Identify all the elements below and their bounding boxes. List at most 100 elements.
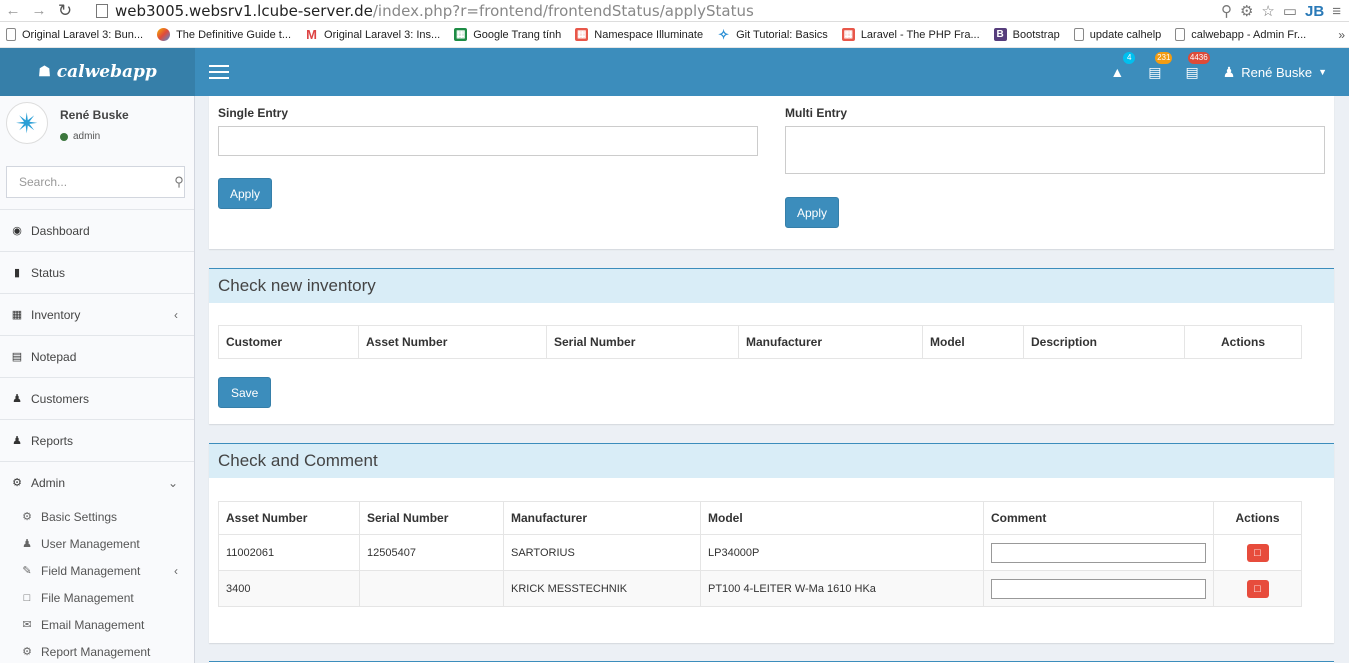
column-header[interactable]: Serial Number [546,325,739,359]
extension-gear-icon[interactable]: ⚙ [1240,2,1253,20]
reload-icon[interactable]: ↻ [52,0,78,22]
bookmark-item[interactable]: ▦ Namespace Illuminate [569,28,711,41]
messages-button[interactable]: ▤ 4436 [1185,51,1210,81]
trash-icon: □ [1254,546,1261,559]
actions-cell: □ [1213,534,1302,571]
sidebar-subitem-field-management[interactable]: ✎ Field Management ‹ [0,557,194,584]
tasks-button[interactable]: ▤ 231 [1148,51,1173,81]
new-inventory-table: Customer Asset Number Serial Number Manu… [218,325,1302,359]
gear-icon: ⚙ [22,646,32,658]
sidebar-subitem-basic-settings[interactable]: ⚙ Basic Settings [0,503,194,530]
sidebar-item-reports[interactable]: ♟ Reports [0,420,194,461]
search-input[interactable] [7,167,174,197]
column-header[interactable]: Comment [983,501,1214,535]
sidebar-subitem-email-management[interactable]: ✉ Email Management [0,611,194,638]
jb-extension-icon[interactable]: JB [1305,3,1324,20]
sitemap-icon: ☗ [38,64,51,80]
user-menu-dropdown[interactable]: ♟ René Buske ▼ [1223,64,1327,81]
sidebar-subitem-user-management[interactable]: ♟ User Management [0,530,194,557]
sidebar-item-inventory[interactable]: ▦ Inventory ‹ [0,294,194,335]
delete-button[interactable]: □ [1246,543,1269,562]
delete-button[interactable]: □ [1246,579,1269,598]
bookmark-item[interactable]: M Original Laravel 3: Ins... [299,27,448,42]
bookmark-item[interactable]: Original Laravel 3: Bun... [0,28,151,41]
bookmark-label: The Definitive Guide t... [176,28,292,41]
sidebar-search: ⚲ [6,166,185,198]
bookmark-item[interactable]: ▦ Laravel - The PHP Fra... [836,28,988,41]
sidebar-toggle-button[interactable] [199,48,239,96]
sheets-icon: ▦ [454,28,468,41]
bookmark-label: Git Tutorial: Basics [736,28,828,41]
manufacturer-cell: SARTORIUS [503,534,701,571]
address-bar[interactable]: web3005.websrv1.lcube-server.de/index.ph… [96,0,754,22]
user-icon: ♟ [1222,63,1236,80]
bookmark-item[interactable]: calwebapp - Admin Fr... [1169,28,1314,41]
table-icon: ▦ [11,309,23,321]
doc-icon [1175,28,1186,41]
bookmark-star-icon[interactable]: ☆ [1261,2,1274,20]
column-header[interactable]: Serial Number [359,501,504,535]
forward-arrow-icon[interactable]: → [26,0,52,22]
asset-number-cell: 3400 [218,570,360,607]
user-icon: ♟ [22,538,32,550]
serial-number-cell [359,570,504,607]
sidebar-subitem-report-management[interactable]: ⚙ Report Management [0,638,194,663]
comment-cell [983,570,1214,607]
search-icon[interactable]: ⚲ [174,174,184,190]
save-button[interactable]: Save [218,377,272,408]
sidebar-subitem-file-management[interactable]: □ File Management [0,584,194,611]
bookmark-label: Laravel - The PHP Fra... [860,28,980,41]
caret-down-icon: ▼ [1318,67,1327,77]
sidebar-item-admin[interactable]: ⚙ Admin ⌄ [0,462,194,503]
file-icon: □ [23,591,31,604]
single-apply-button[interactable]: Apply [218,178,273,209]
trash-icon: □ [1254,582,1261,595]
bookmark-item[interactable]: B Bootstrap [988,28,1068,41]
alerts-button[interactable]: ▲ 4 [1110,52,1136,80]
single-entry-input[interactable] [218,126,758,156]
sidebar-item-dashboard[interactable]: ◉ Dashboard [0,210,194,251]
serial-number-cell: 12505407 [359,534,504,571]
chevron-left-icon: ‹ [174,307,178,322]
sidebar-item-customers[interactable]: ♟ Customers [0,378,194,419]
bookmark-item[interactable]: ▦ Google Trang tính [448,28,569,41]
sidebar-item-notepad[interactable]: ▤ Notepad [0,336,194,377]
sidebar: ✴ René Buske admin ⚲ ◉Dashboard ▮Status … [0,96,195,663]
admin-submenu: ⚙ Basic Settings ♟ User Management ✎ Field … [0,503,194,663]
bookmark-item[interactable]: The Definitive Guide t... [151,28,299,41]
bookmarks-overflow-icon[interactable]: » [1338,28,1345,42]
cast-icon[interactable]: ▭ [1283,2,1297,20]
sidebar-item-status[interactable]: ▮ Status [0,252,194,293]
model-cell: PT100 4-LEITER W-Ma 1610 HKa [700,570,984,607]
bookmark-item[interactable]: update calhelp [1068,28,1170,41]
sidebar-subitem-label: User Management [41,536,140,551]
column-header[interactable]: Asset Number [358,325,547,359]
column-header[interactable]: Asset Number [218,501,360,535]
page-icon [96,4,108,18]
doc-icon [6,28,16,41]
zoom-icon[interactable]: ⚲ [1221,2,1232,20]
multi-apply-button[interactable]: Apply [785,197,840,228]
column-header[interactable]: Manufacturer [738,325,923,359]
chevron-left-icon: ‹ [174,563,178,578]
user-panel: ✴ René Buske admin [0,96,194,158]
column-header[interactable]: Description [1023,325,1185,359]
bookmark-item[interactable]: ✧ Git Tutorial: Basics [711,27,836,42]
back-arrow-icon[interactable]: ← [0,0,26,22]
main-content: Single Entry Apply Multi Entry Apply Che… [195,96,1349,663]
tasks-count-badge: 231 [1155,51,1173,64]
alerts-count-badge: 4 [1123,52,1136,64]
column-header[interactable]: Model [700,501,984,535]
comment-input[interactable] [991,542,1206,563]
column-header[interactable]: Customer [218,325,359,359]
column-header[interactable]: Model [922,325,1024,359]
column-header[interactable]: Manufacturer [503,501,701,535]
check-comment-table: Asset Number Serial Number Manufacturer … [218,501,1302,607]
sidebar-subitem-label: Email Management [41,617,145,632]
chrome-menu-icon[interactable]: ≡ [1332,3,1341,20]
brand-logo[interactable]: ☗ calwebapp [0,48,195,96]
comment-input[interactable] [991,578,1206,599]
laravel-icon: ▦ [841,28,855,41]
multi-entry-textarea[interactable] [785,126,1325,174]
bookmark-icon: ▮ [13,267,21,279]
